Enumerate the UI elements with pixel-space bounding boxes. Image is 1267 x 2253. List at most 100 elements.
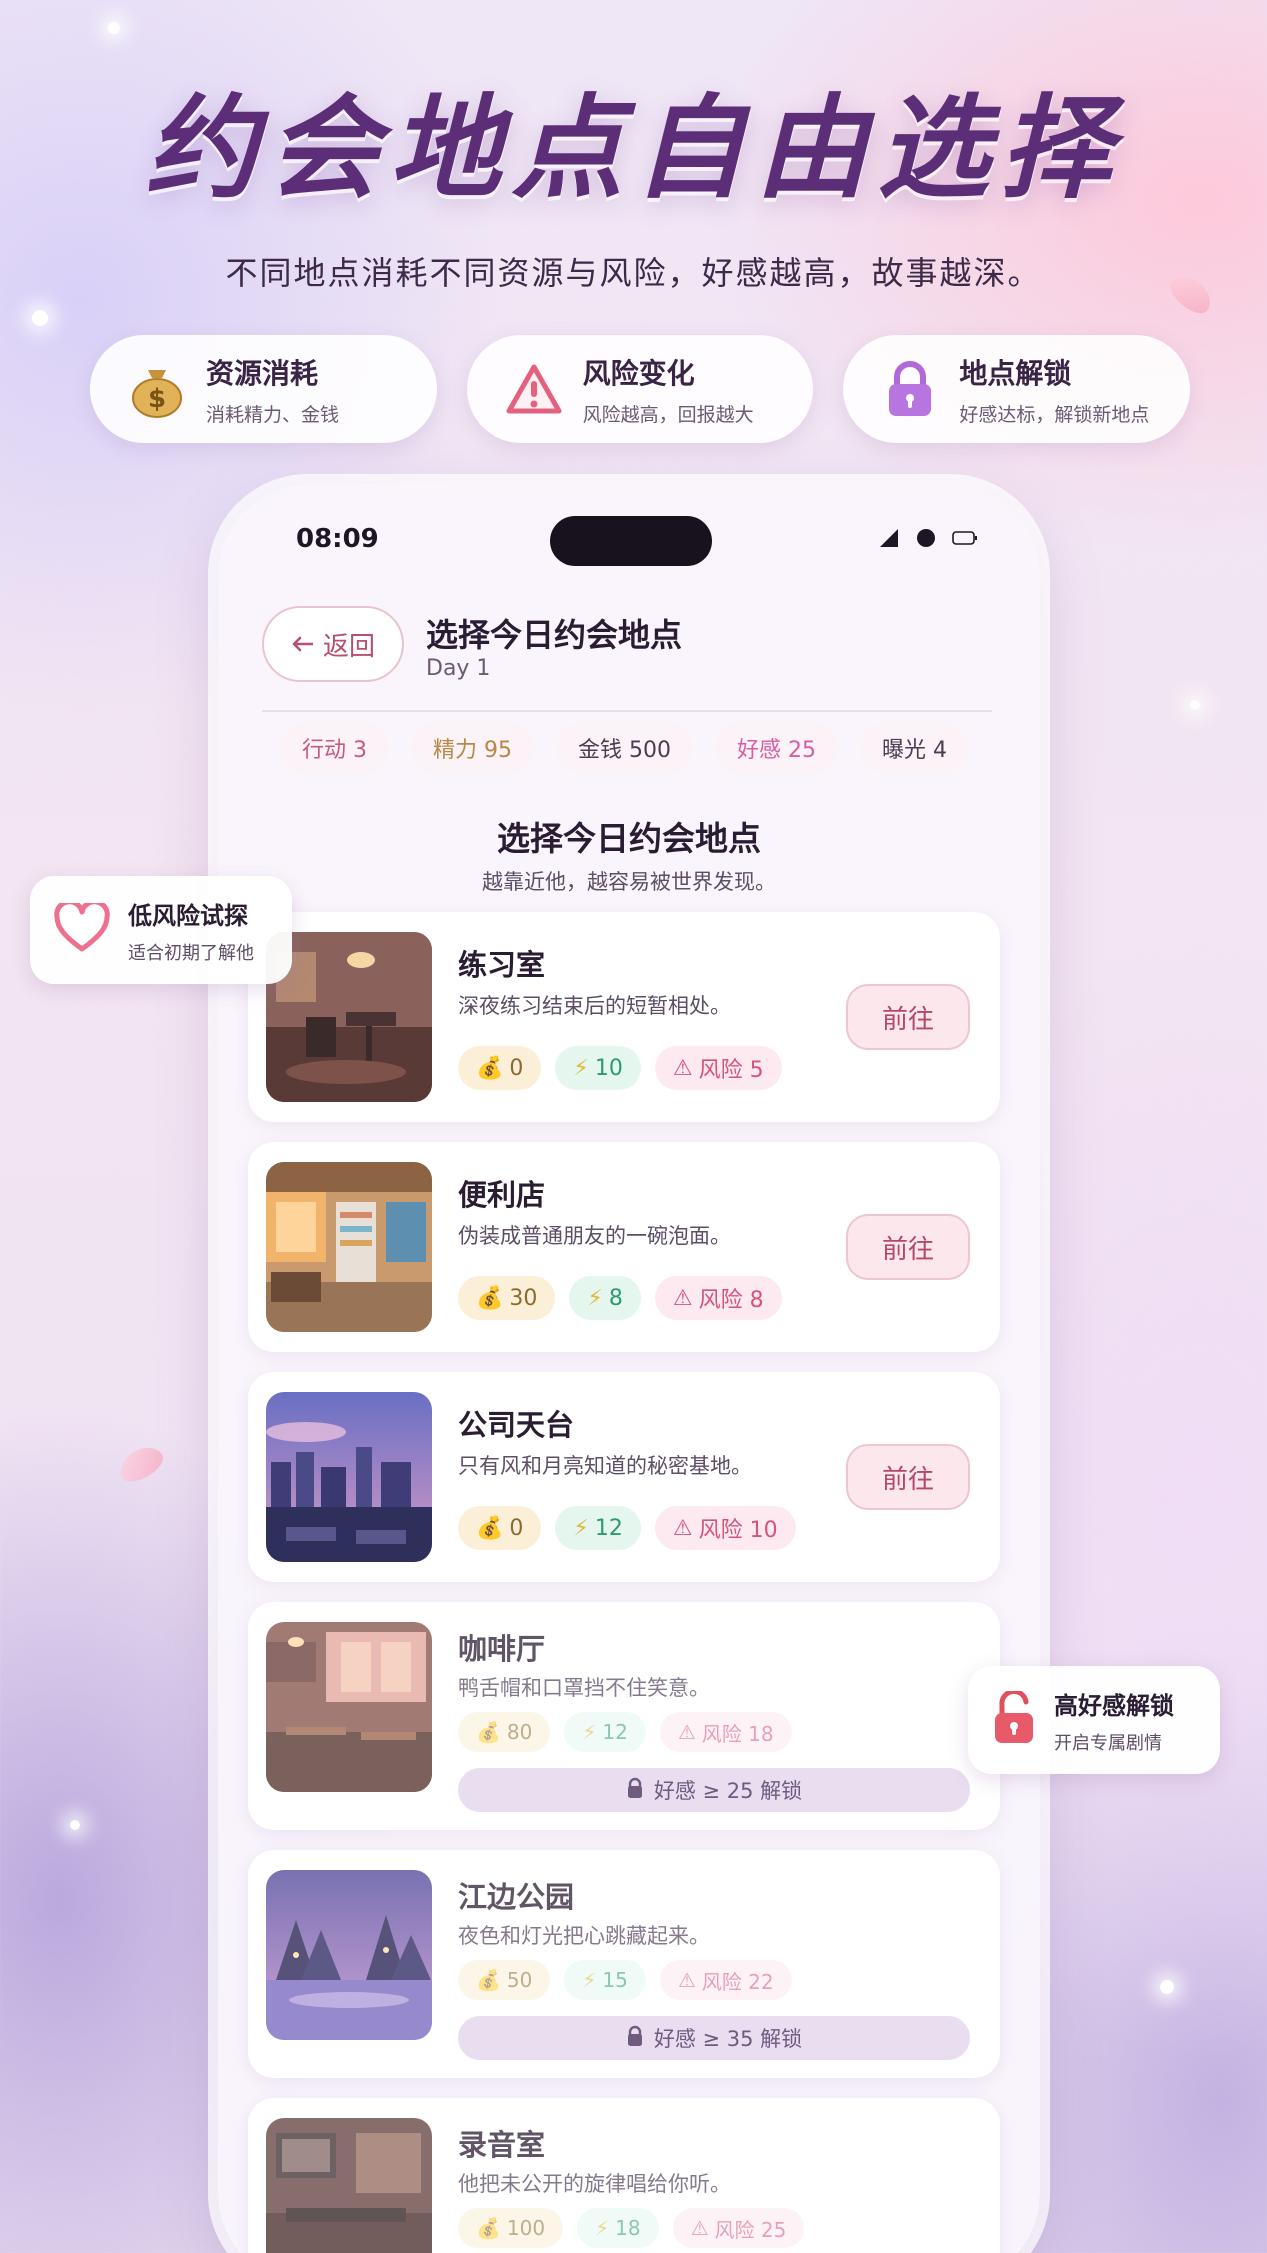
stat-action: 行动 3 [280, 722, 389, 774]
warning-icon: ⚠ [672, 1285, 693, 1311]
stats-row: 行动 3 精力 95 金钱 500 好感 25 曝光 4 [280, 722, 969, 774]
section-subtitle: 越靠近他，越容易被世界发现。 [482, 870, 776, 894]
sparkle [108, 22, 120, 34]
lightning-icon: ⚡ [595, 2216, 610, 2240]
back-button[interactable]: 返回 [262, 606, 404, 682]
money-value: 50 [506, 1968, 533, 1992]
callout-desc: 适合初期了解他 [128, 942, 254, 964]
go-button[interactable]: 前往 [846, 1214, 970, 1280]
petal [114, 1440, 168, 1488]
location-desc: 他把未公开的旋律唱给你听。 [458, 2172, 731, 2196]
sparkle [32, 310, 48, 326]
risk-value: 风险 5 [698, 1058, 764, 1083]
callout-desc: 开启专属剧情 [1054, 1732, 1162, 1754]
stat-energy: 精力 95 [411, 722, 534, 774]
location-image-cafe [266, 1622, 432, 1792]
unlock-icon [992, 1688, 1036, 1749]
stat-exposure: 曝光 4 [860, 722, 969, 774]
money-bag-icon: 💰 [476, 2216, 501, 2240]
risk-chip: ⚠ 风险 25 [672, 2208, 805, 2248]
cost-chips: 💰 100 ⚡ 18 ⚠ 风险 25 [458, 2208, 805, 2248]
location-card[interactable]: 练习室 深夜练习结束后的短暂相处。 💰 0 ⚡ 10 ⚠ 风险 5 前往 [248, 912, 1000, 1122]
money-chip: 💰 100 [458, 2208, 564, 2248]
money-bag-icon: $ [128, 360, 186, 418]
money-value: 30 [509, 1285, 538, 1311]
lock-icon [881, 360, 939, 418]
callout-title: 高好感解锁 [1054, 1691, 1174, 1720]
lightning-icon: ⚡ [582, 1720, 597, 1744]
location-desc: 鸭舌帽和口罩挡不住笑意。 [458, 1676, 710, 1700]
location-image-riverside-park [266, 1870, 432, 2040]
arrow-left-icon [291, 629, 314, 659]
location-image-convenience-store [266, 1162, 432, 1332]
svg-text:$: $ [148, 384, 166, 414]
risk-chip: ⚠ 风险 18 [659, 1712, 792, 1752]
signal-icon [880, 529, 898, 547]
energy-chip: ⚡ 15 [564, 1960, 646, 2000]
energy-value: 12 [602, 1720, 628, 1744]
divider [262, 710, 992, 712]
location-desc: 夜色和灯光把心跳藏起来。 [458, 1924, 710, 1948]
cost-chips: 💰 30 ⚡ 8 ⚠ 风险 8 [458, 1276, 782, 1320]
feature-risk: 风险变化 风险越高，回报越大 [466, 335, 814, 443]
warning-icon: ⚠ [677, 1720, 696, 1744]
cost-chips: 💰 0 ⚡ 12 ⚠ 风险 10 [458, 1506, 796, 1550]
energy-value: 10 [594, 1055, 623, 1081]
location-name: 咖啡厅 [458, 1632, 546, 1666]
money-chip: 💰 50 [458, 1960, 551, 2000]
money-bag-icon: 💰 [476, 1968, 501, 1992]
risk-chip: ⚠ 风险 8 [654, 1276, 782, 1320]
phone-mockup: 08:09 返回 选择今日约会地点 Day 1 行动 3 精力 95 金钱 50… [218, 484, 1040, 2253]
lightning-icon: ⚡ [582, 1968, 597, 1992]
risk-value: 风险 22 [701, 1969, 774, 1994]
energy-chip: ⚡ 12 [564, 1712, 646, 1752]
go-button[interactable]: 前往 [846, 1444, 970, 1510]
status-time: 08:09 [296, 524, 379, 554]
money-chip: 💰 0 [458, 1046, 542, 1090]
location-name: 练习室 [458, 948, 546, 982]
location-name: 江边公园 [458, 1880, 575, 1914]
energy-value: 15 [602, 1968, 628, 1992]
money-chip: 💰 80 [458, 1712, 551, 1752]
risk-value: 风险 10 [698, 1518, 778, 1543]
location-desc: 只有风和月亮知道的秘密基地。 [458, 1454, 752, 1478]
warning-icon: ⚠ [677, 1968, 696, 1992]
money-bag-icon: 💰 [476, 1515, 504, 1541]
lock-icon [626, 2025, 644, 2052]
low-risk-callout: 低风险试探 适合初期了解他 [30, 876, 292, 984]
wifi-icon [917, 529, 935, 547]
location-card-locked: 江边公园 夜色和灯光把心跳藏起来。 💰 50 ⚡ 15 ⚠ 风险 22 好感 ≥ 35… [248, 1850, 1000, 2078]
heart-icon [54, 899, 110, 957]
energy-value: 18 [615, 2216, 641, 2240]
lock-icon [626, 1777, 644, 1804]
location-card-locked: 录音室 他把未公开的旋律唱给你听。 💰 100 ⚡ 18 ⚠ 风险 25 [248, 2098, 1000, 2253]
feature-title: 地点解锁 [959, 356, 1072, 390]
risk-chip: ⚠ 风险 5 [654, 1046, 782, 1090]
feature-unlock: 地点解锁 好感达标，解锁新地点 [843, 335, 1191, 443]
warning-icon: ⚠ [672, 1515, 693, 1541]
location-card[interactable]: 便利店 伪装成普通朋友的一碗泡面。 💰 30 ⚡ 8 ⚠ 风险 8 前往 [248, 1142, 1000, 1352]
risk-value: 风险 8 [698, 1288, 764, 1313]
stat-affection: 好感 25 [715, 722, 838, 774]
money-value: 0 [509, 1055, 524, 1081]
hero-title: 约会地点自由选择 [145, 83, 1122, 214]
risk-chip: ⚠ 风险 10 [654, 1506, 796, 1550]
cost-chips: 💰 80 ⚡ 12 ⚠ 风险 18 [458, 1712, 792, 1752]
cost-chips: 💰 0 ⚡ 10 ⚠ 风险 5 [458, 1046, 782, 1090]
feature-desc: 好感达标，解锁新地点 [959, 403, 1150, 426]
dynamic-island [550, 516, 712, 566]
risk-value: 风险 25 [714, 2217, 787, 2242]
unlock-requirement: 好感 ≥ 35 解锁 [458, 2016, 970, 2060]
location-name: 便利店 [458, 1178, 546, 1212]
energy-chip: ⚡ 10 [555, 1046, 641, 1090]
go-button[interactable]: 前往 [846, 984, 970, 1050]
location-card[interactable]: 公司天台 只有风和月亮知道的秘密基地。 💰 0 ⚡ 12 ⚠ 风险 10 前往 [248, 1372, 1000, 1582]
money-bag-icon: 💰 [476, 1055, 504, 1081]
sparkle [1190, 700, 1200, 710]
lightning-icon: ⚡ [573, 1515, 589, 1541]
money-value: 100 [506, 2216, 546, 2240]
location-image-rooftop [266, 1392, 432, 1562]
feature-row: $ 资源消耗 消耗精力、金钱 风险变化 风险越高，回报越大 地点解锁 好感达标，… [90, 335, 1191, 443]
money-value: 0 [509, 1515, 524, 1541]
risk-chip: ⚠ 风险 22 [659, 1960, 792, 2000]
